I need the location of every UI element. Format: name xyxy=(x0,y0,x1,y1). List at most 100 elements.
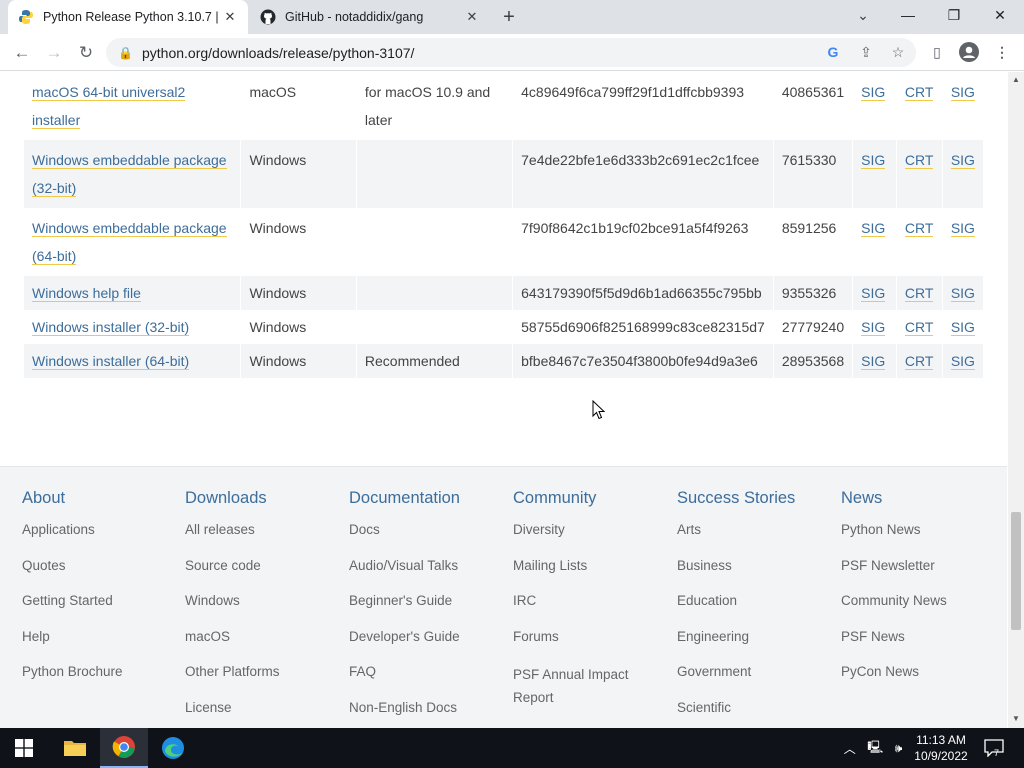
close-tab-icon[interactable]: ✕ xyxy=(222,9,238,25)
scrollbar-thumb[interactable] xyxy=(1011,512,1021,630)
reload-icon[interactable]: ↻ xyxy=(72,39,100,67)
profile-avatar-icon[interactable] xyxy=(956,39,982,65)
network-icon[interactable]: 🖳 xyxy=(867,738,883,759)
footer-link[interactable]: Mailing Lists xyxy=(513,557,673,575)
footer-link[interactable]: Quotes xyxy=(22,557,182,575)
footer-heading[interactable]: Success Stories xyxy=(677,489,837,508)
footer-link[interactable]: All releases xyxy=(185,521,345,539)
footer-link[interactable]: Engineering xyxy=(677,628,837,646)
footer-link[interactable]: Audio/Visual Talks xyxy=(349,557,509,575)
footer-heading[interactable]: Community xyxy=(513,489,673,508)
crt-link[interactable]: CRT xyxy=(904,220,934,237)
footer-link[interactable]: IRC xyxy=(513,592,673,610)
footer-link[interactable]: Education xyxy=(677,592,837,610)
footer-link[interactable]: Other Platforms xyxy=(185,663,345,681)
menu-kebab-icon[interactable]: ⋮ xyxy=(989,39,1015,65)
footer-link[interactable]: macOS xyxy=(185,628,345,646)
google-icon[interactable]: G xyxy=(820,39,846,65)
sig-link[interactable]: SIG xyxy=(950,84,975,101)
footer-link[interactable]: Source code xyxy=(185,557,345,575)
footer-link[interactable]: Non-English Docs xyxy=(349,699,509,717)
close-tab-icon[interactable]: ✕ xyxy=(464,9,480,25)
footer-link[interactable]: Docs xyxy=(349,521,509,539)
footer-link[interactable]: Python Brochure xyxy=(22,663,182,681)
share-icon[interactable]: ⇪ xyxy=(853,39,879,65)
file-link[interactable]: Windows embeddable package (64-bit) xyxy=(32,220,227,265)
lock-icon[interactable]: 🔒 xyxy=(118,46,133,60)
footer-link[interactable]: Applications xyxy=(22,521,182,539)
footer-link[interactable]: Business xyxy=(677,557,837,575)
sig-link[interactable]: SIG xyxy=(861,353,886,370)
crt-link[interactable]: CRT xyxy=(904,353,934,370)
side-panel-icon[interactable]: ▯ xyxy=(924,39,950,65)
back-icon[interactable]: ← xyxy=(8,39,36,67)
footer-link[interactable]: Community News xyxy=(841,592,1001,610)
page-scrollbar[interactable]: ▲ ▼ xyxy=(1008,72,1024,728)
file-link[interactable]: Windows installer (32-bit) xyxy=(32,319,190,336)
show-hidden-icons-icon[interactable]: ︿ xyxy=(844,740,856,757)
footer-link[interactable]: Help xyxy=(22,628,182,646)
tab-python-release[interactable]: Python Release Python 3.10.7 | P ✕ xyxy=(8,0,248,34)
chrome-taskbar-icon[interactable] xyxy=(100,728,148,768)
sig-link[interactable]: SIG xyxy=(861,319,886,336)
sig-link[interactable]: SIG xyxy=(950,285,975,302)
footer-link[interactable]: Python News xyxy=(841,521,1001,539)
file-link[interactable]: macOS 64-bit universal2 installer xyxy=(32,84,186,129)
footer-link[interactable]: Windows xyxy=(185,592,345,610)
files-table: macOS 64-bit universal2 installer macOS … xyxy=(24,72,984,378)
footer-link[interactable]: Arts xyxy=(677,521,837,539)
sig-link[interactable]: SIG xyxy=(861,84,886,101)
sig-link[interactable]: SIG xyxy=(950,220,975,237)
footer-link[interactable]: Forums xyxy=(513,628,673,646)
tab-title: Python Release Python 3.10.7 | P xyxy=(43,10,222,24)
footer-link[interactable]: Developer's Guide xyxy=(349,628,509,646)
footer-link[interactable]: PyCon News xyxy=(841,663,1001,681)
footer-link[interactable]: Getting Started xyxy=(22,592,182,610)
crt-link[interactable]: CRT xyxy=(904,319,934,336)
sig-link[interactable]: SIG xyxy=(861,152,886,169)
footer-link[interactable]: PSF Newsletter xyxy=(841,557,1001,575)
footer-heading[interactable]: Downloads xyxy=(185,489,345,508)
forward-icon[interactable]: → xyxy=(40,39,68,67)
sig-link[interactable]: SIG xyxy=(950,152,975,169)
bookmark-star-icon[interactable]: ☆ xyxy=(885,39,911,65)
address-bar[interactable]: 🔒 python.org/downloads/release/python-31… xyxy=(106,38,916,67)
scroll-up-icon[interactable]: ▲ xyxy=(1008,75,1024,84)
os-cell: Windows xyxy=(241,276,357,310)
footer-link[interactable]: FAQ xyxy=(349,663,509,681)
crt-link[interactable]: CRT xyxy=(904,152,934,169)
footer-link[interactable]: License xyxy=(185,699,345,717)
restore-icon[interactable]: ❐ xyxy=(931,0,977,34)
footer-heading[interactable]: News xyxy=(841,489,1001,508)
scroll-down-icon[interactable]: ▼ xyxy=(1008,714,1024,723)
notifications-icon[interactable]: 7 xyxy=(982,728,1006,768)
minimize-icon[interactable]: — xyxy=(885,0,931,34)
tab-github[interactable]: GitHub - notaddidix/gang ✕ xyxy=(250,0,490,34)
file-link[interactable]: Windows embeddable package (32-bit) xyxy=(32,152,227,197)
new-tab-icon[interactable]: + xyxy=(498,6,520,28)
sig-link[interactable]: SIG xyxy=(950,353,975,370)
footer-link[interactable]: PSF Annual Impact Report xyxy=(513,663,643,709)
footer-link[interactable]: PSF News xyxy=(841,628,1001,646)
file-explorer-icon[interactable] xyxy=(51,728,99,768)
crt-link[interactable]: CRT xyxy=(904,285,934,302)
footer-link[interactable]: Scientific xyxy=(677,699,837,717)
start-windows-icon[interactable] xyxy=(0,728,48,768)
file-link[interactable]: Windows help file xyxy=(32,285,141,302)
footer-link[interactable]: Government xyxy=(677,663,837,681)
footer-heading[interactable]: Documentation xyxy=(349,489,509,508)
tab-search-chevron-icon[interactable]: ⌄ xyxy=(850,0,876,34)
footer-link[interactable]: Beginner's Guide xyxy=(349,592,509,610)
footer-link[interactable]: Diversity xyxy=(513,521,673,539)
taskbar-clock[interactable]: 11:13 AM 10/9/2022 xyxy=(906,732,976,764)
close-window-icon[interactable]: ✕ xyxy=(977,0,1023,34)
crt-link[interactable]: CRT xyxy=(904,84,934,101)
file-link[interactable]: Windows installer (64-bit) xyxy=(32,353,190,370)
edge-taskbar-icon[interactable] xyxy=(149,728,197,768)
size-cell: 7615330 xyxy=(773,140,854,208)
sig-link[interactable]: SIG xyxy=(861,285,886,302)
volume-icon[interactable]: 🕪 xyxy=(895,741,903,756)
sig-link[interactable]: SIG xyxy=(861,220,886,237)
sig-link[interactable]: SIG xyxy=(950,319,975,336)
footer-heading[interactable]: About xyxy=(22,489,182,508)
